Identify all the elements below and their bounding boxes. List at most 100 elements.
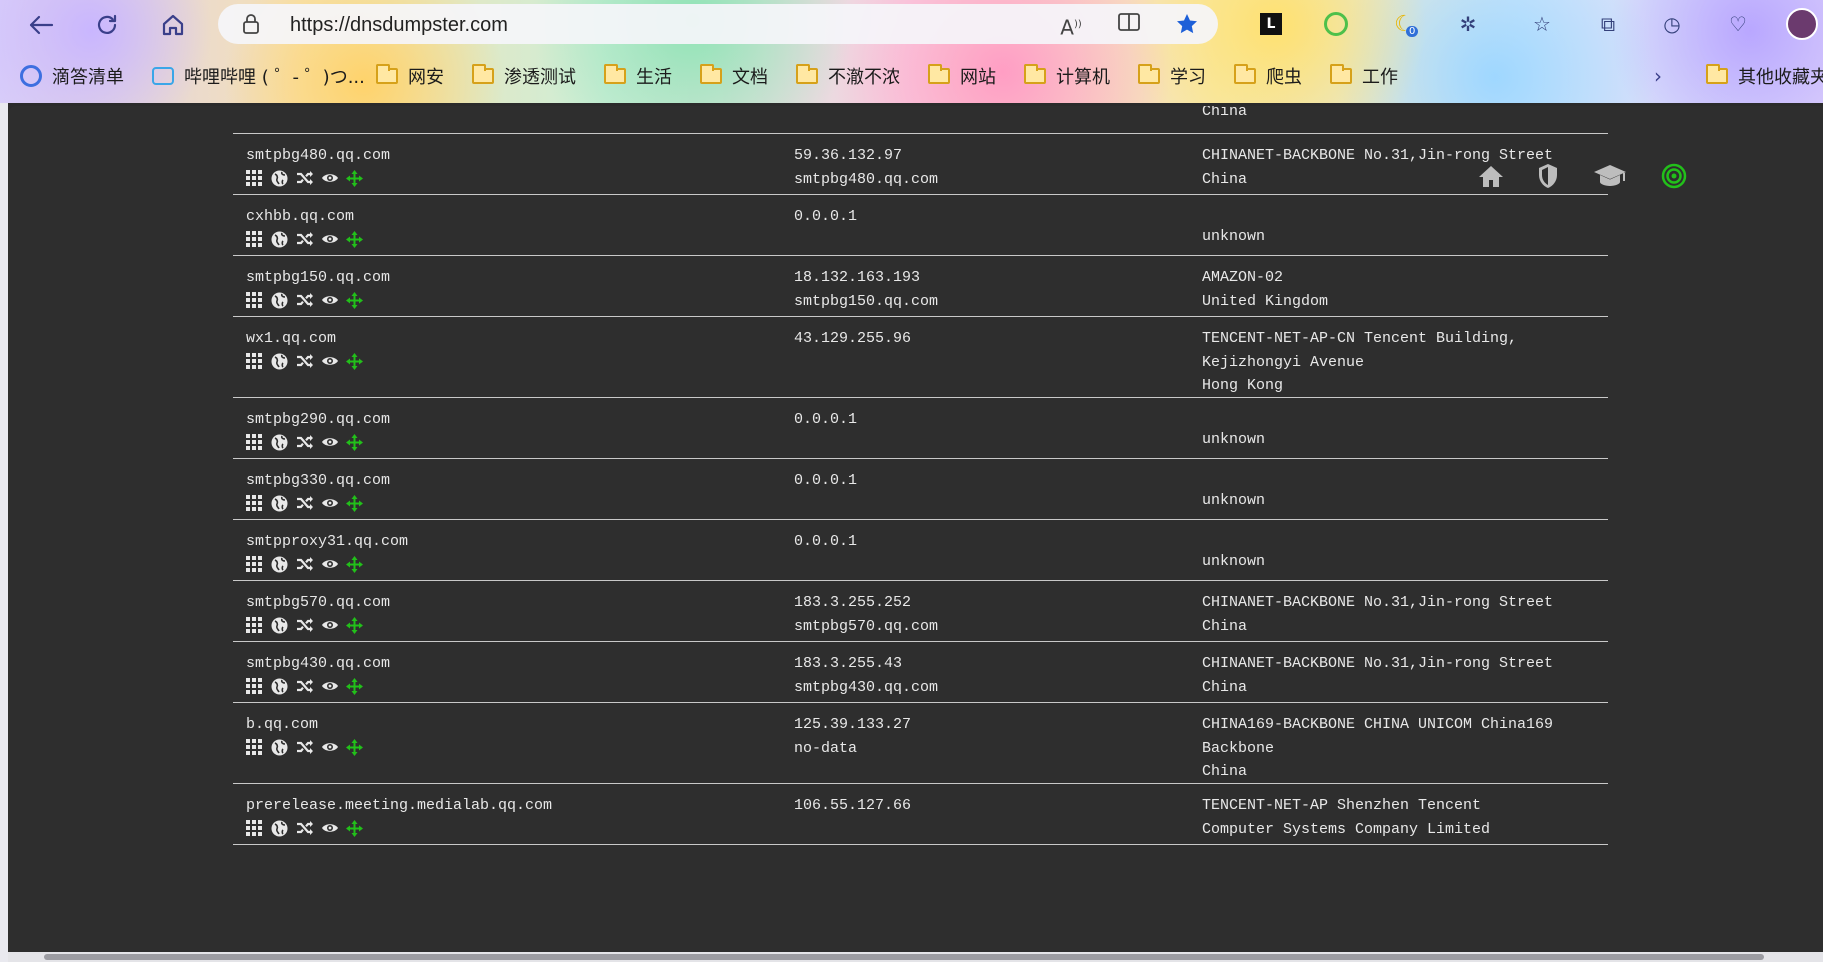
- grid-icon[interactable]: [246, 495, 264, 513]
- globe-icon[interactable]: [271, 820, 289, 838]
- back-icon[interactable]: [22, 8, 60, 42]
- globe-icon[interactable]: [271, 231, 289, 249]
- crosshair-icon[interactable]: [346, 739, 364, 757]
- bookmark-folder[interactable]: 文档: [700, 62, 768, 90]
- eye-icon[interactable]: [321, 820, 339, 838]
- eye-icon[interactable]: [321, 678, 339, 696]
- globe-icon[interactable]: [271, 170, 289, 188]
- crosshair-icon[interactable]: [346, 170, 364, 188]
- shuffle-icon[interactable]: [296, 617, 314, 635]
- shuffle-icon[interactable]: [296, 231, 314, 249]
- eye-icon[interactable]: [321, 434, 339, 452]
- horizontal-scrollbar[interactable]: [8, 952, 1823, 962]
- eye-icon[interactable]: [321, 739, 339, 757]
- globe-icon[interactable]: [271, 292, 289, 310]
- grid-icon[interactable]: [246, 617, 264, 635]
- eye-icon[interactable]: [321, 353, 339, 371]
- shuffle-icon[interactable]: [296, 292, 314, 310]
- shuffle-icon[interactable]: [296, 556, 314, 574]
- shuffle-icon[interactable]: [296, 495, 314, 513]
- other-bookmarks-folder[interactable]: 其他收藏夹: [1706, 62, 1823, 90]
- crosshair-icon[interactable]: [346, 434, 364, 452]
- row-action-icons: [246, 231, 364, 249]
- globe-icon[interactable]: [271, 353, 289, 371]
- hostname-cell: smtpbg290.qq.com: [246, 411, 391, 428]
- asn-line: TENCENT-NET-AP-CN Tencent Building,: [1202, 330, 1518, 347]
- extension-moon-icon[interactable]: ☾ 0: [1388, 8, 1420, 40]
- eye-icon[interactable]: [321, 231, 339, 249]
- target-icon[interactable]: [1654, 156, 1694, 196]
- split-screen-icon[interactable]: [1116, 12, 1142, 38]
- globe-icon[interactable]: [271, 739, 289, 757]
- eye-icon[interactable]: [321, 170, 339, 188]
- url-text[interactable]: https://dnsdumpster.com: [290, 14, 508, 37]
- address-bar[interactable]: https://dnsdumpster.com A)): [218, 4, 1218, 44]
- bookmark-folder[interactable]: 渗透测试: [472, 62, 576, 90]
- eye-icon[interactable]: [321, 495, 339, 513]
- bookmark-folder[interactable]: 计算机: [1024, 62, 1110, 90]
- crosshair-icon[interactable]: [346, 617, 364, 635]
- eye-icon[interactable]: [321, 556, 339, 574]
- favorite-star-icon[interactable]: [1174, 12, 1200, 38]
- bookmark-folder[interactable]: 生活: [604, 62, 672, 90]
- shuffle-icon[interactable]: [296, 170, 314, 188]
- asn-line: unknown: [1202, 492, 1266, 509]
- asn-line: United Kingdom: [1202, 292, 1329, 310]
- crosshair-icon[interactable]: [346, 678, 364, 696]
- crosshair-icon[interactable]: [346, 353, 364, 371]
- ip-cell: 0.0.0.1: [794, 469, 857, 493]
- globe-icon[interactable]: [271, 495, 289, 513]
- grid-icon[interactable]: [246, 231, 264, 249]
- asn-line: [1202, 408, 1265, 428]
- grid-icon[interactable]: [246, 678, 264, 696]
- shuffle-icon[interactable]: [296, 678, 314, 696]
- bookmark-folder[interactable]: 爬虫: [1234, 62, 1302, 90]
- row-action-icons: [246, 353, 364, 371]
- bookmark-folder[interactable]: 网安: [376, 62, 444, 90]
- bookmark-folder[interactable]: 网站: [928, 62, 996, 90]
- crosshair-icon[interactable]: [346, 556, 364, 574]
- grid-icon[interactable]: [246, 170, 264, 188]
- scrollbar-thumb[interactable]: [44, 954, 1764, 960]
- shuffle-icon[interactable]: [296, 434, 314, 452]
- shuffle-icon[interactable]: [296, 820, 314, 838]
- crosshair-icon[interactable]: [346, 292, 364, 310]
- grid-icon[interactable]: [246, 292, 264, 310]
- read-aloud-icon[interactable]: A)): [1058, 12, 1084, 40]
- extension-l-icon[interactable]: L: [1255, 8, 1287, 40]
- collections-icon[interactable]: ⧉: [1592, 8, 1624, 40]
- bookmark-item[interactable]: 哔哩哔哩 ( ゜- ゜)つ...: [152, 62, 365, 90]
- grid-icon[interactable]: [246, 434, 264, 452]
- grid-icon[interactable]: [246, 739, 264, 757]
- grid-icon[interactable]: [246, 556, 264, 574]
- extensions-puzzle-icon[interactable]: ✲: [1452, 8, 1484, 40]
- history-icon[interactable]: ◷: [1656, 8, 1688, 40]
- reverse-dns: no-data: [794, 739, 858, 757]
- extension-ring-icon[interactable]: [1320, 8, 1352, 40]
- favorites-list-icon[interactable]: ☆: [1526, 8, 1558, 40]
- globe-icon[interactable]: [271, 678, 289, 696]
- refresh-icon[interactable]: [88, 8, 126, 42]
- browser-essentials-icon[interactable]: ♡: [1722, 8, 1754, 40]
- globe-icon[interactable]: [271, 434, 289, 452]
- home-nav-icon[interactable]: [154, 8, 192, 42]
- grid-icon[interactable]: [246, 353, 264, 371]
- bookmark-folder[interactable]: 工作: [1330, 62, 1398, 90]
- eye-icon[interactable]: [321, 617, 339, 635]
- crosshair-icon[interactable]: [346, 495, 364, 513]
- globe-icon[interactable]: [271, 556, 289, 574]
- profile-avatar[interactable]: [1786, 8, 1818, 40]
- shuffle-icon[interactable]: [296, 353, 314, 371]
- bookmark-item[interactable]: 滴答清单: [20, 62, 124, 90]
- crosshair-icon[interactable]: [346, 231, 364, 249]
- globe-icon[interactable]: [271, 617, 289, 635]
- shuffle-icon[interactable]: [296, 739, 314, 757]
- crosshair-icon[interactable]: [346, 820, 364, 838]
- chevron-right-icon[interactable]: ›: [1654, 62, 1662, 90]
- bookmark-folder[interactable]: 不澈不浓: [796, 62, 900, 90]
- bookmarks-bar: 滴答清单 哔哩哔哩 ( ゜- ゜)つ... 网安 渗透测试 生活 文档 不澈不浓…: [0, 56, 1823, 96]
- eye-icon[interactable]: [321, 292, 339, 310]
- asn-cell: TENCENT-NET-AP-CN Tencent Building, Kejiz…: [1202, 327, 1517, 398]
- bookmark-folder[interactable]: 学习: [1138, 62, 1206, 90]
- grid-icon[interactable]: [246, 820, 264, 838]
